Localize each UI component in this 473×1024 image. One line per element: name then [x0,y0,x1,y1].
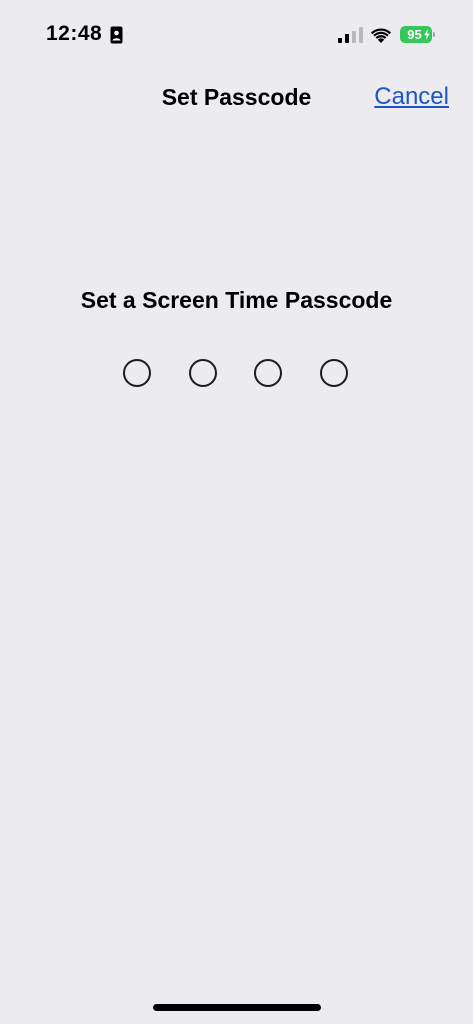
passcode-dot [123,359,151,387]
cancel-button[interactable]: Cancel [374,83,449,111]
home-indicator[interactable] [153,1004,321,1011]
passcode-dot [189,359,217,387]
passcode-prompt: Set a Screen Time Passcode [80,287,393,313]
battery-icon: 95 [400,26,435,43]
focus-icon [110,26,123,44]
charging-bolt-icon [424,29,430,40]
status-time: 12:48 [46,22,103,45]
signal-icon [338,27,363,43]
status-bar: 12:48 95 [0,0,473,70]
passcode-dot [320,359,348,387]
wifi-icon [371,28,391,43]
battery-cap [433,32,435,37]
passcode-dot [254,359,282,387]
battery-level: 95 [407,27,422,42]
passcode-dots[interactable] [0,359,473,387]
